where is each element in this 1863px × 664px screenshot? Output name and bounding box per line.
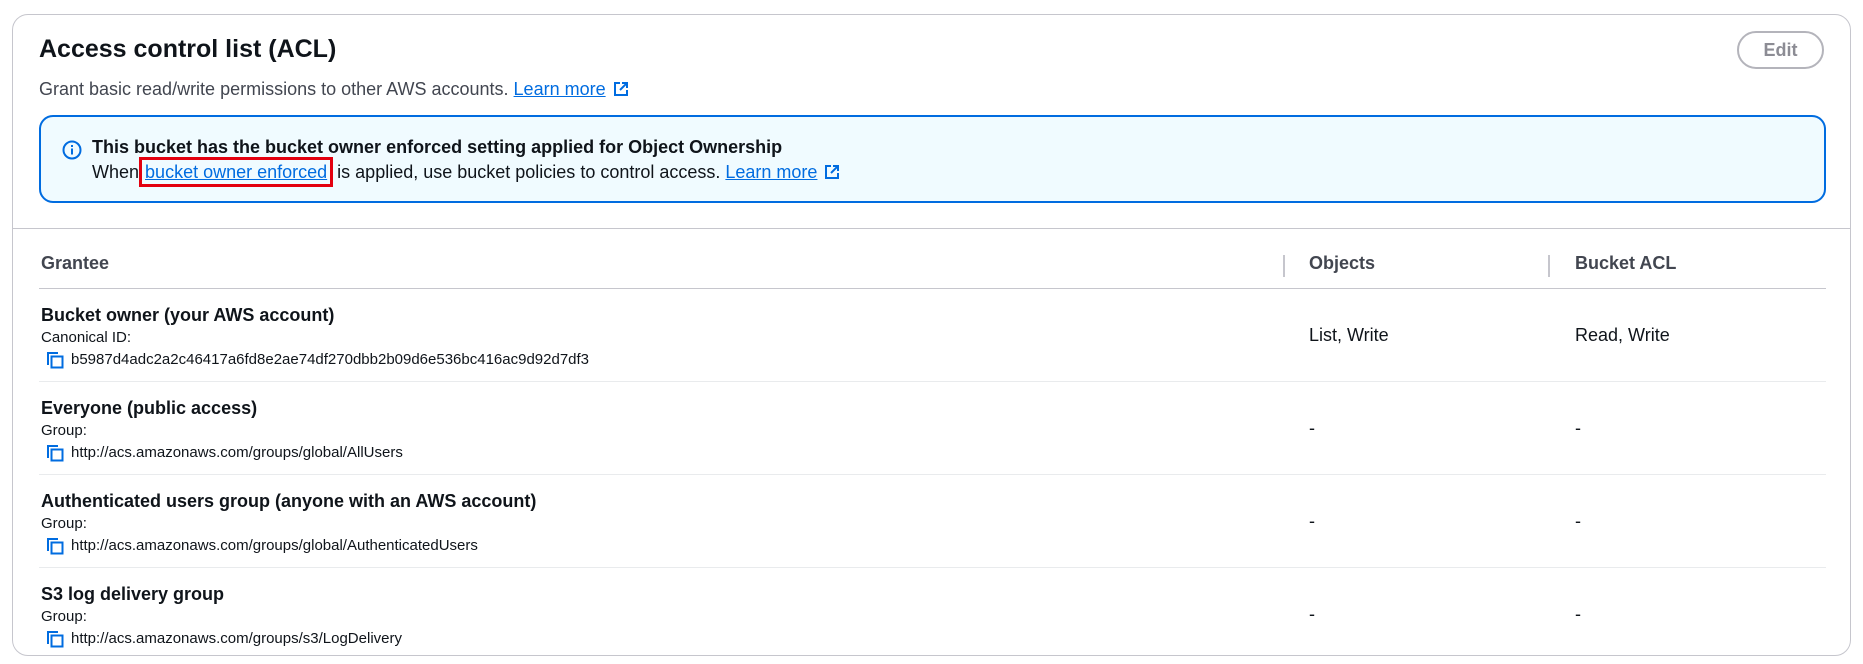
- acl-panel: Access control list (ACL) Grant basic re…: [12, 14, 1851, 656]
- column-separator: [1548, 255, 1550, 277]
- grantee-id: http://acs.amazonaws.com/groups/global/A…: [41, 535, 536, 557]
- column-header-objects: Objects: [1309, 252, 1376, 273]
- grantee-name: Bucket owner (your AWS account): [41, 305, 335, 325]
- description-text: Grant basic read/write permissions to ot…: [39, 79, 509, 99]
- alert-title: This bucket has the bucket owner enforce…: [92, 137, 783, 157]
- alert-body-suffix: is applied, use bucket policies to contr…: [337, 162, 721, 182]
- objects-cell: List, Write: [1309, 325, 1389, 345]
- grantee-id-text: http://acs.amazonaws.com/groups/s3/LogDe…: [71, 630, 402, 647]
- grantee-name: S3 log delivery group: [41, 584, 225, 604]
- bucket-acl-cell: -: [1575, 511, 1581, 531]
- grantee-cell: Authenticated users group (anyone with a…: [41, 489, 536, 557]
- objects-cell: -: [1309, 604, 1315, 624]
- grantee-cell: Bucket owner (your AWS account) Canonica…: [41, 303, 589, 371]
- grantee-id: http://acs.amazonaws.com/groups/s3/LogDe…: [41, 628, 402, 650]
- table-row: S3 log delivery group Group: http://acs.…: [39, 568, 1826, 661]
- grantee-label: Canonical ID:: [41, 329, 132, 346]
- table-header: Grantee Objects Bucket ACL: [39, 237, 1826, 289]
- table-row: Everyone (public access) Group: http://a…: [39, 382, 1826, 475]
- alert-body-prefix: When: [92, 162, 140, 182]
- grantee-name: Everyone (public access): [41, 398, 258, 418]
- copy-icon[interactable]: [45, 629, 65, 649]
- objects-cell: -: [1309, 418, 1315, 438]
- grantee-label: Group:: [41, 422, 87, 439]
- info-alert: This bucket has the bucket owner enforce…: [39, 115, 1826, 203]
- alert-learn-more-link[interactable]: Learn more: [725, 162, 817, 182]
- grantee-id: b5987d4adc2a2c46417a6fd8e2ae74df270dbb2b…: [41, 349, 589, 371]
- table-row: Authenticated users group (anyone with a…: [39, 475, 1826, 568]
- grantee-cell: S3 log delivery group Group: http://acs.…: [41, 582, 402, 650]
- grantee-id: http://acs.amazonaws.com/groups/global/A…: [41, 442, 403, 464]
- bucket-owner-enforced-link[interactable]: bucket owner enforced: [145, 162, 327, 182]
- grantee-id-text: http://acs.amazonaws.com/groups/global/A…: [71, 444, 403, 461]
- panel-header: Access control list (ACL) Grant basic re…: [39, 33, 1824, 101]
- bucket-acl-cell: Read, Write: [1575, 325, 1670, 345]
- column-header-bucket-acl: Bucket ACL: [1575, 252, 1677, 273]
- info-icon: [62, 140, 82, 160]
- grantee-name: Authenticated users group (anyone with a…: [41, 491, 537, 511]
- grantee-cell: Everyone (public access) Group: http://a…: [41, 396, 403, 464]
- grantee-id-text: http://acs.amazonaws.com/groups/global/A…: [71, 537, 478, 554]
- table-row: Bucket owner (your AWS account) Canonica…: [39, 289, 1826, 382]
- panel-description: Grant basic read/write permissions to ot…: [39, 77, 1824, 101]
- bucket-acl-cell: -: [1575, 418, 1581, 438]
- grantee-label: Group:: [41, 608, 87, 625]
- copy-icon[interactable]: [45, 536, 65, 556]
- page-title: Access control list (ACL): [39, 35, 337, 63]
- column-separator: [1283, 255, 1285, 277]
- alert-body: When bucket owner enforced is applied, u…: [92, 157, 841, 187]
- copy-icon[interactable]: [45, 350, 65, 370]
- grantee-id-text: b5987d4adc2a2c46417a6fd8e2ae74df270dbb2b…: [71, 351, 590, 368]
- objects-cell: -: [1309, 511, 1315, 531]
- highlight-box: bucket owner enforced: [139, 157, 334, 187]
- copy-icon[interactable]: [45, 443, 65, 463]
- column-header-grantee: Grantee: [41, 252, 110, 273]
- learn-more-link[interactable]: Learn more: [514, 79, 606, 99]
- section-divider: [13, 228, 1850, 229]
- bucket-acl-cell: -: [1575, 604, 1581, 624]
- external-link-icon[interactable]: [823, 163, 841, 181]
- edit-button[interactable]: Edit: [1737, 31, 1824, 69]
- grantee-label: Group:: [41, 515, 87, 532]
- external-link-icon[interactable]: [612, 80, 630, 98]
- acl-table: Grantee Objects Bucket ACL Bucket owner …: [39, 237, 1826, 661]
